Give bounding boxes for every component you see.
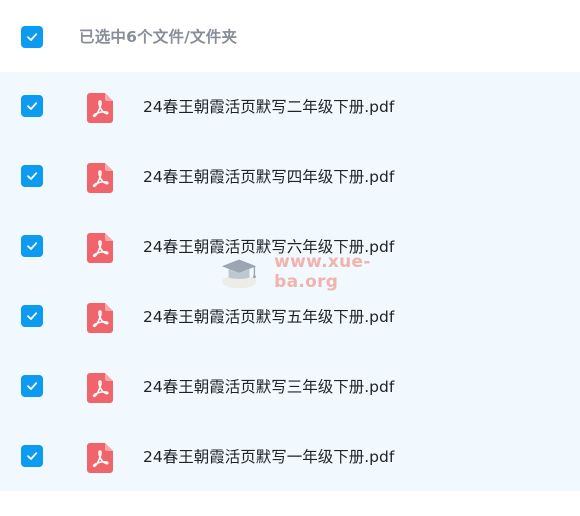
file-checkbox[interactable] <box>21 305 43 327</box>
file-checkbox[interactable] <box>21 375 43 397</box>
file-row[interactable]: 24春王朝霞活页默写四年级下册.pdf <box>0 142 580 212</box>
selection-count-label: 已选中6个文件/文件夹 <box>79 28 238 46</box>
selection-header: 已选中6个文件/文件夹 <box>0 0 580 72</box>
checkmark-icon <box>27 33 38 41</box>
checkmark-icon <box>27 382 38 390</box>
file-checkbox[interactable] <box>21 235 43 257</box>
file-list: 24春王朝霞活页默写二年级下册.pdf 24春王朝霞活页默写四年级下册.pdf <box>0 72 580 491</box>
file-selection-panel: 已选中6个文件/文件夹 24春王朝霞活页默写二年级下册.pdf 24春王朝霞活页… <box>0 0 580 516</box>
file-name: 24春王朝霞活页默写五年级下册.pdf <box>143 308 395 326</box>
pdf-file-icon <box>87 163 113 193</box>
pdf-file-icon <box>87 93 113 123</box>
file-name: 24春王朝霞活页默写四年级下册.pdf <box>143 168 395 186</box>
file-row[interactable]: 24春王朝霞活页默写六年级下册.pdf <box>0 212 580 282</box>
file-row[interactable]: 24春王朝霞活页默写一年级下册.pdf <box>0 422 580 492</box>
checkmark-icon <box>27 452 38 460</box>
file-row[interactable]: 24春王朝霞活页默写五年级下册.pdf <box>0 282 580 352</box>
checkmark-icon <box>27 312 38 320</box>
pdf-file-icon <box>87 233 113 263</box>
checkmark-icon <box>27 242 38 250</box>
file-checkbox[interactable] <box>21 445 43 467</box>
pdf-file-icon <box>87 303 113 333</box>
checkmark-icon <box>27 102 38 110</box>
pdf-file-icon <box>87 443 113 473</box>
file-name: 24春王朝霞活页默写二年级下册.pdf <box>143 98 395 116</box>
file-row[interactable]: 24春王朝霞活页默写三年级下册.pdf <box>0 352 580 422</box>
file-checkbox[interactable] <box>21 95 43 117</box>
pdf-file-icon <box>87 373 113 403</box>
file-checkbox[interactable] <box>21 165 43 187</box>
checkmark-icon <box>27 172 38 180</box>
file-row[interactable]: 24春王朝霞活页默写二年级下册.pdf <box>0 72 580 142</box>
select-all-checkbox[interactable] <box>21 26 43 48</box>
file-name: 24春王朝霞活页默写一年级下册.pdf <box>143 448 395 466</box>
file-name: 24春王朝霞活页默写三年级下册.pdf <box>143 378 395 396</box>
file-name: 24春王朝霞活页默写六年级下册.pdf <box>143 238 395 256</box>
